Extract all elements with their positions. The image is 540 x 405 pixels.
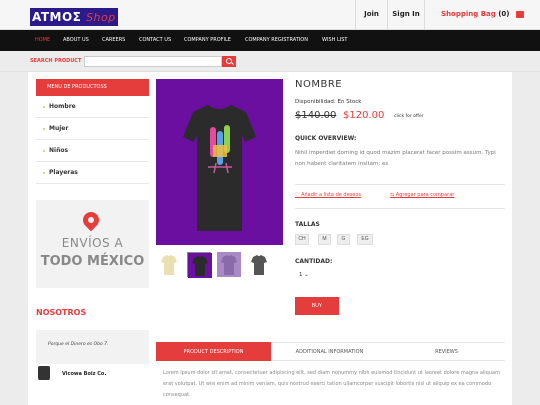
author-name: Vicowa Boiz Co.: [62, 371, 107, 377]
sizes-label: TALLAS: [295, 221, 320, 228]
divider: [295, 184, 505, 185]
product-main-image[interactable]: [156, 79, 283, 245]
quantity-value: 1: [299, 272, 303, 278]
testimonial-quote: Porque el Dinero es Obo 7.: [36, 330, 149, 364]
product-menu-title: MENU DE PRODUCTOSS: [36, 79, 149, 96]
product-thumbnail[interactable]: [217, 252, 241, 277]
tab-reviews[interactable]: REVIEWS: [388, 342, 505, 361]
old-price: $140.00: [295, 110, 337, 121]
search-bar: SEARCH PRODUCT: [0, 51, 540, 72]
size-option-m[interactable]: M: [318, 234, 331, 245]
bullet-icon: [43, 128, 45, 130]
nav-item-company-registration[interactable]: COMPANY REGISTRATION: [245, 30, 308, 51]
thumbnail-image: [247, 252, 271, 277]
nav-item-careers[interactable]: CAREERS: [102, 30, 125, 51]
add-to-wishlist-label: Añadir a lista de deseos: [301, 192, 362, 198]
quantity-label: CANTIDAD:: [295, 258, 333, 265]
nav-item-company-profile[interactable]: COMPANY PROFILE: [184, 30, 231, 51]
sidebar-item-label: Hombre: [49, 103, 76, 110]
add-to-compare-link[interactable]: ⇆ Agregar para comparar: [390, 192, 454, 198]
join-link[interactable]: Join: [355, 0, 387, 30]
quick-overview-text: Nihil imperdiet doming id quod mazim pla…: [295, 150, 496, 167]
size-option-eg[interactable]: EG: [357, 234, 373, 245]
sidebar-item-label: Mujer: [49, 125, 69, 132]
location-pin-icon: [79, 208, 103, 232]
availability-text: Disponibilidad: En Stock: [295, 99, 362, 105]
shopping-bag-label: Shopping Bag: [441, 10, 496, 18]
nosotros-heading: NOSOTROS: [36, 308, 87, 317]
testimonial-author: Vicowa Boiz Co.: [36, 366, 149, 386]
search-input[interactable]: [84, 56, 222, 67]
sidebar-item-label: Niños: [49, 147, 69, 154]
shipping-banner: ENVÍOS A TODO MÉXICO: [36, 200, 149, 288]
sign-in-link[interactable]: Sign In: [387, 0, 424, 30]
sidebar-item-mujer[interactable]: Mujer: [36, 118, 149, 140]
thumbnail-image: [157, 252, 181, 277]
nav-item-about-us[interactable]: ABOUT US: [63, 30, 89, 51]
logo-main-text: ATMOΣ: [32, 10, 82, 24]
bullet-icon: [43, 172, 45, 174]
search-button[interactable]: [222, 56, 236, 67]
quantity-select[interactable]: 1 ⌄: [295, 270, 323, 280]
nav-item-home[interactable]: HOME: [35, 30, 50, 51]
bullet-icon: [43, 150, 45, 152]
product-thumbnail[interactable]: [247, 252, 271, 277]
size-option-ch[interactable]: CH: [295, 234, 309, 245]
thumbnail-image: [217, 252, 241, 277]
product-title: NOMBRE: [295, 79, 343, 90]
logo-sub-text: Shop: [86, 11, 116, 24]
shipping-banner-line1: ENVÍOS A: [61, 236, 124, 250]
sidebar-item-hombre[interactable]: Hombre: [36, 96, 149, 118]
product-thumbnail[interactable]: [157, 252, 181, 277]
sidebar-item-ninos[interactable]: Niños: [36, 140, 149, 162]
offer-link[interactable]: click for offer: [394, 114, 424, 119]
bullet-icon: [43, 106, 45, 108]
add-to-compare-label: Agregar para comparar: [395, 192, 455, 198]
tab-additional-information[interactable]: ADDITIONAL INFORMATION: [271, 342, 388, 361]
divider: [295, 208, 505, 209]
nav-item-contact-us[interactable]: CONTACT US: [139, 30, 171, 51]
avatar: [38, 366, 50, 380]
product-description-text: Lorem ipsum dolor sit amet, consectetuer…: [163, 370, 500, 398]
chevron-down-icon: ⌄: [304, 272, 309, 278]
product-thumbnail-selected[interactable]: [187, 252, 212, 278]
nav-item-wish-list[interactable]: WISH LIST: [322, 30, 347, 51]
product-tabs: PRODUCT DESCRIPTION ADDITIONAL INFORMATI…: [156, 342, 505, 361]
main-nav: HOME ABOUT US CAREERS CONTACT US COMPANY…: [0, 30, 540, 51]
sidebar-item-label: Playeras: [49, 169, 78, 176]
new-price: $120.00: [343, 110, 385, 121]
site-logo[interactable]: ATMOΣ Shop: [30, 8, 118, 26]
shopping-bag-link[interactable]: Shopping Bag (0): [424, 0, 540, 30]
add-to-wishlist-link[interactable]: ♡ Añadir a lista de deseos: [295, 192, 361, 198]
shopping-bag-count: (0): [498, 10, 510, 18]
search-label: SEARCH PRODUCT: [30, 58, 82, 64]
shopping-bag-icon: [515, 10, 524, 18]
quick-overview-title: QUICK OVERVIEW:: [295, 135, 357, 142]
sidebar-item-playeras[interactable]: Playeras: [36, 162, 149, 184]
tshirt-image: [183, 105, 256, 231]
shipping-banner-line2: TODO MÉXICO: [40, 254, 145, 269]
thumbnail-image: [188, 253, 212, 278]
tab-product-description[interactable]: PRODUCT DESCRIPTION: [156, 342, 271, 361]
buy-button[interactable]: BUY: [295, 297, 339, 315]
size-option-g[interactable]: G: [337, 234, 350, 245]
